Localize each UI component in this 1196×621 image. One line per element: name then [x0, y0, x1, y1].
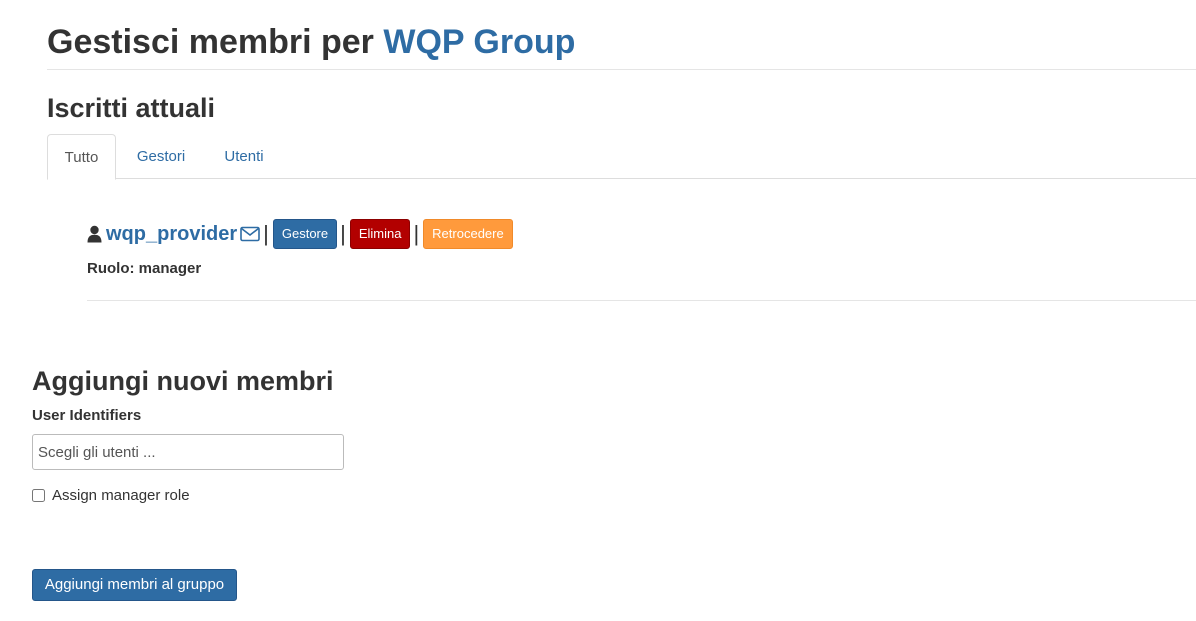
separator: |	[263, 221, 269, 246]
page-title: Gestisci membri per WQP Group	[47, 22, 575, 62]
page-title-prefix: Gestisci membri per	[47, 23, 374, 61]
tab-all[interactable]: Tutto	[47, 134, 116, 180]
add-members-heading: Aggiungi nuovi membri	[32, 366, 334, 396]
member-role: Ruolo: manager	[87, 260, 202, 277]
member-item: wqp_provider | Gestore | Elimina | Retro…	[87, 216, 1196, 301]
member-tabs: Tutto Gestori Utenti	[47, 134, 1196, 180]
demote-member-button[interactable]: Retrocedere	[423, 219, 513, 249]
add-members-button[interactable]: Aggiungi membri al gruppo	[32, 569, 237, 601]
title-divider	[47, 69, 1196, 70]
tab-managers[interactable]: Gestori	[127, 134, 195, 179]
member-username-link[interactable]: wqp_provider	[106, 223, 237, 246]
user-identifiers-label: User Identifiers	[32, 407, 142, 424]
tab-users[interactable]: Utenti	[210, 134, 278, 179]
current-members-heading: Iscritti attuali	[47, 93, 216, 123]
assign-manager-label[interactable]: Assign manager role	[52, 487, 190, 504]
user-icon	[87, 225, 102, 243]
user-identifiers-input[interactable]	[32, 434, 344, 470]
separator: |	[413, 221, 420, 246]
group-name-link[interactable]: WQP Group	[383, 23, 575, 61]
manager-badge-button[interactable]: Gestore	[272, 219, 338, 249]
member-row: wqp_provider | Gestore | Elimina | Retro…	[87, 218, 513, 250]
delete-member-button[interactable]: Elimina	[349, 219, 411, 249]
separator: |	[340, 221, 346, 246]
envelope-icon[interactable]	[240, 226, 260, 242]
assign-manager-checkbox[interactable]	[32, 489, 45, 502]
